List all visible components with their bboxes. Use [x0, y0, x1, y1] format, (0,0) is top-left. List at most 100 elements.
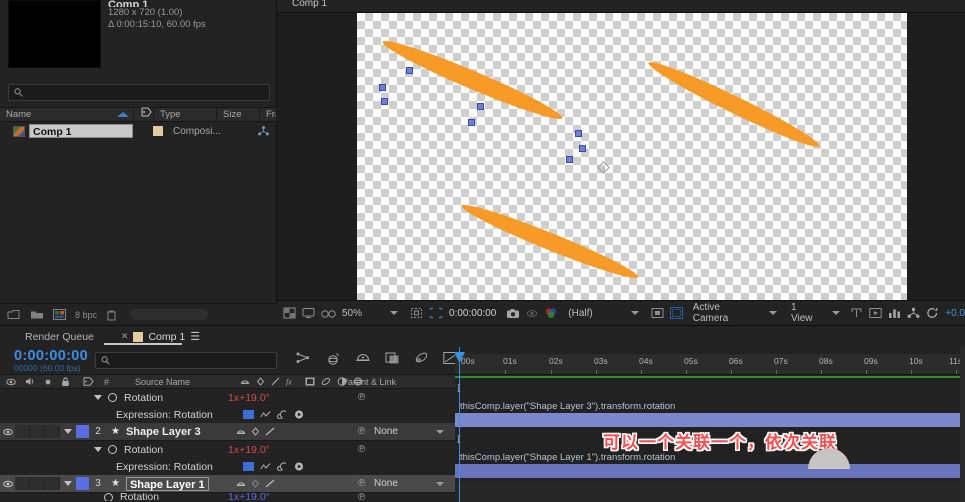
expression-language-menu-icon-2[interactable] [294, 462, 305, 471]
column-header-name[interactable]: Name [0, 107, 134, 122]
lock-switch-2[interactable] [45, 425, 60, 438]
panel-menu-icon[interactable]: ☰ [190, 330, 200, 343]
quality-switch-3[interactable] [265, 479, 275, 488]
stopwatch-icon-3[interactable] [104, 493, 113, 501]
folder-icon[interactable] [30, 309, 44, 320]
expression-pickwhip-icon-1[interactable]: ℗ [358, 392, 365, 403]
solo-switch-2[interactable] [30, 425, 45, 438]
parent-pickwhip-icon-2[interactable]: ℗ [358, 426, 365, 437]
new-composition-icon[interactable] [53, 309, 66, 320]
parent-dropdown-3[interactable]: None [370, 477, 448, 491]
motion-blur-icon[interactable] [414, 351, 429, 365]
stopwatch-icon-1[interactable] [108, 393, 117, 402]
pickwhip-icon-1[interactable] [277, 410, 288, 419]
layer-name-2[interactable]: Shape Layer 3 [126, 426, 201, 438]
3d-glasses-icon[interactable] [321, 308, 336, 319]
audio-switch-3[interactable] [15, 477, 30, 490]
expression-enable-icon-2[interactable] [243, 462, 254, 471]
comp-flowchart-icon[interactable] [907, 307, 920, 319]
graph-overlay-icon-1[interactable] [260, 410, 271, 419]
column-header-size[interactable]: Size [217, 107, 260, 122]
parent-dropdown-2[interactable]: None [370, 425, 448, 439]
layer-label-color-3[interactable] [76, 477, 89, 490]
reset-exposure-icon[interactable] [926, 307, 939, 319]
chevron-down-icon-camera[interactable] [769, 311, 777, 315]
pixel-aspect-correction-icon[interactable] [850, 307, 863, 319]
exposure-value[interactable]: +0.0 [945, 308, 965, 319]
expression-enable-icon-1[interactable] [243, 410, 254, 419]
timeline-graph-area[interactable]: 00s 01s 02s 03s 04s 05s 06s 07s 08s 09s [455, 347, 965, 502]
solo-switch-3[interactable] [30, 477, 45, 490]
lock-switch-3[interactable] [45, 477, 60, 490]
anchor-point-icon[interactable] [597, 161, 610, 174]
timeline-flowchart-icon[interactable] [888, 307, 901, 319]
collapse-switch-2[interactable] [251, 427, 260, 436]
layer-label-color-2[interactable] [76, 425, 89, 438]
layer-duration-bar-shape-layer-1[interactable] [455, 464, 965, 478]
quality-switch-2[interactable] [265, 427, 275, 436]
timeline-vertical-scrollbar[interactable] [960, 347, 965, 502]
draft-3d-icon[interactable] [325, 351, 341, 365]
bbox-handle-br[interactable] [579, 145, 586, 152]
pickwhip-icon-2[interactable] [277, 462, 288, 471]
viewer-canvas[interactable] [277, 13, 965, 300]
view-layout-dropdown[interactable]: 1 View [791, 302, 820, 324]
bbox-handle-l[interactable] [379, 84, 386, 91]
bbox-handle-b[interactable] [566, 156, 573, 163]
hide-shy-layers-icon[interactable] [355, 351, 371, 365]
frame-blending-icon[interactable] [385, 351, 400, 365]
chevron-down-icon-zoom[interactable] [390, 311, 398, 315]
audio-switch-2[interactable] [15, 425, 30, 438]
stopwatch-icon-2[interactable] [108, 445, 117, 454]
new-folder-icon[interactable] [7, 309, 21, 320]
resolution-dropdown[interactable]: (Half) [568, 308, 592, 319]
expression-text-2[interactable]: thisComp.layer("Shape Layer 1").transfor… [455, 452, 675, 463]
project-item-row[interactable]: Comp 1 Composi... [0, 123, 277, 139]
region-of-interest-icon[interactable] [429, 307, 443, 319]
fast-previews-icon[interactable] [869, 307, 882, 319]
time-ruler[interactable]: 00s 01s 02s 03s 04s 05s 06s 07s 08s 09s [455, 354, 965, 375]
bit-depth-label[interactable]: 8 bpc [75, 310, 97, 320]
shy-switch-3[interactable] [236, 479, 246, 488]
shy-switch-2[interactable] [236, 427, 246, 436]
project-item-name[interactable]: Comp 1 [29, 124, 133, 138]
composition-mini-flowchart-icon[interactable] [295, 351, 311, 365]
layer-duration-bar-shape-layer-3[interactable] [455, 413, 965, 427]
bbox-handle-c2[interactable] [468, 119, 475, 126]
bbox-handle-c1[interactable] [477, 103, 484, 110]
monitor-icon[interactable] [302, 307, 315, 319]
layer-name-input-3[interactable]: Shape Layer 1 [126, 477, 209, 491]
project-search-field[interactable] [8, 84, 270, 101]
layer-disclosure-triangle-3[interactable] [64, 481, 72, 486]
show-snapshot-icon[interactable] [526, 308, 538, 319]
viewer-tab-comp1[interactable]: Comp 1 [292, 0, 327, 9]
camera-snapshot-icon[interactable] [506, 308, 520, 319]
zoom-level-dropdown[interactable]: 50% [342, 308, 362, 319]
current-timecode[interactable]: 0:00:00:00 [14, 349, 88, 363]
project-search-input[interactable] [27, 87, 252, 98]
current-time-display[interactable]: 0:00:00:00 00000 (60.00 fps) [14, 349, 88, 373]
layer-visibility-eye-icon-3[interactable] [0, 480, 15, 488]
delete-trash-icon[interactable] [106, 309, 117, 321]
channel-rgb-icon[interactable] [544, 307, 558, 319]
column-header-tag[interactable] [134, 107, 154, 122]
layer-visibility-eye-icon-2[interactable] [0, 428, 15, 436]
close-icon[interactable]: ✕ [121, 331, 129, 342]
chevron-down-icon-resolution[interactable] [631, 311, 639, 315]
parent-pickwhip-icon-3[interactable]: ℗ [358, 478, 365, 489]
graph-overlay-icon-2[interactable] [260, 462, 271, 471]
toggle-viewer-quality-icon[interactable] [670, 307, 683, 319]
property-value-2[interactable]: 1x+19.0° [228, 444, 270, 456]
chevron-down-icon-views[interactable] [832, 311, 840, 315]
column-header-framerate[interactable]: Fra [260, 107, 277, 122]
shape-selected[interactable] [379, 34, 566, 127]
disclosure-triangle-icon-2[interactable] [94, 447, 102, 452]
bbox-handle-r[interactable] [575, 130, 582, 137]
collapse-switch-3[interactable] [251, 479, 260, 488]
grid-guides-icon[interactable] [410, 307, 423, 319]
shape-upper-right[interactable] [645, 55, 823, 154]
disclosure-triangle-icon-1[interactable] [94, 395, 102, 400]
property-value-3[interactable]: 1x+19.0° [228, 493, 270, 501]
camera-view-dropdown[interactable]: Active Camera [693, 302, 757, 324]
expression-pickwhip-icon-2[interactable]: ℗ [358, 444, 365, 455]
